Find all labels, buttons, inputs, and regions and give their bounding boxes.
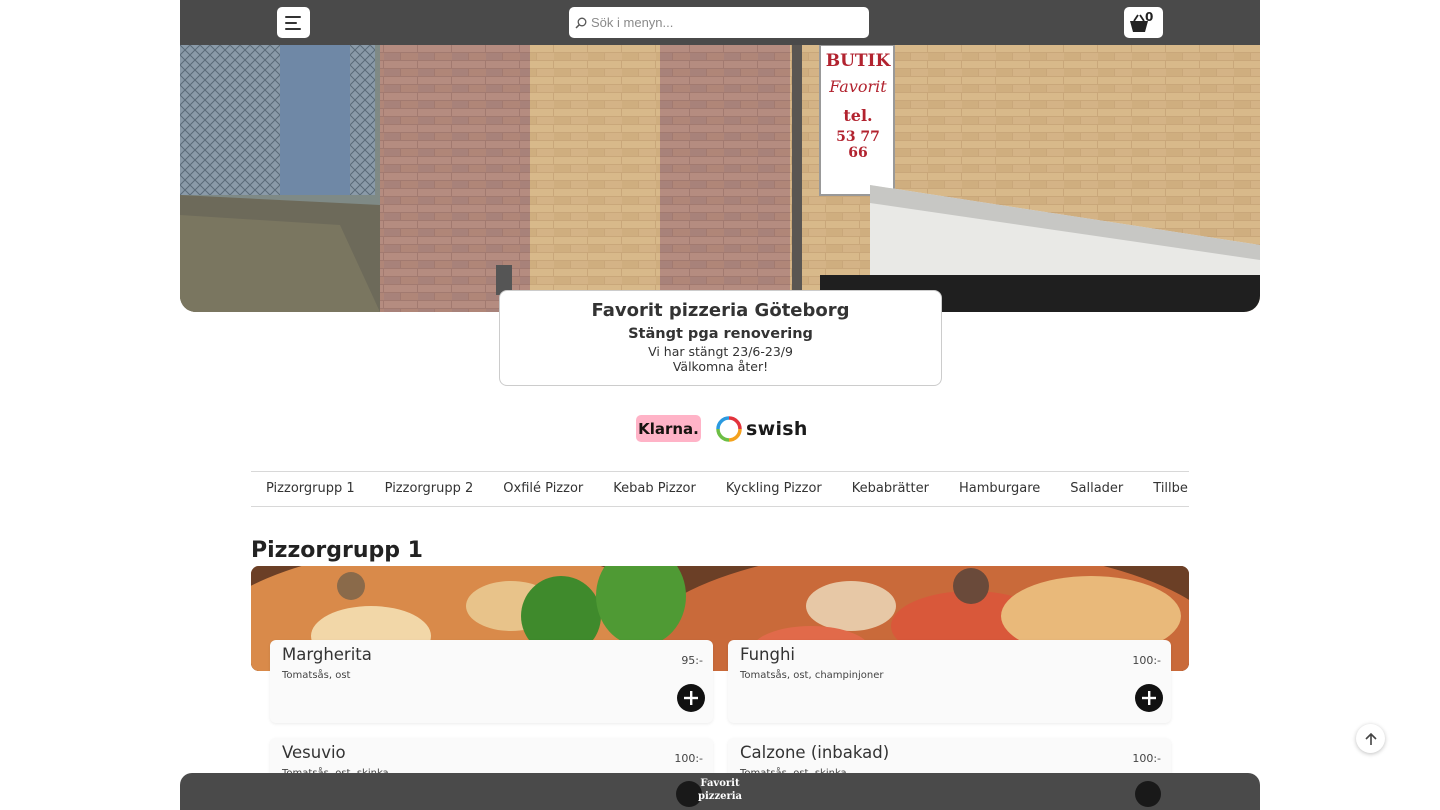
plus-icon <box>684 691 698 705</box>
plus-icon <box>1142 691 1156 705</box>
swish-text: swish <box>746 418 808 440</box>
product-price: 100:- <box>1132 752 1161 765</box>
page: 0 <box>0 0 1440 810</box>
category-tab[interactable]: Kyckling Pizzor <box>711 472 837 506</box>
category-tab[interactable]: Hamburgare <box>944 472 1055 506</box>
menu-button[interactable] <box>277 7 310 38</box>
back-to-top-button[interactable] <box>1356 724 1385 753</box>
sign-tel-label: tel. <box>843 106 873 125</box>
closed-notice: Stängt pga renovering <box>628 326 813 342</box>
cart-count: 0 <box>1145 10 1154 24</box>
storefront-illustration <box>180 45 1260 312</box>
category-tab[interactable]: Oxfilé Pizzor <box>488 472 598 506</box>
search-input[interactable] <box>591 15 861 30</box>
sign-tel-number: 53 77 66 <box>836 129 880 161</box>
product-card-margherita[interactable]: Margherita Tomatsås, ost 95:- <box>270 640 713 723</box>
arrow-up-icon <box>1364 732 1377 745</box>
category-tab[interactable]: Kebab Pizzor <box>598 472 711 506</box>
welcome-back-text: Välkomna åter! <box>672 359 769 374</box>
category-tab[interactable]: Pizzorgrupp 2 <box>370 472 489 506</box>
product-name: Vesuvio <box>282 743 346 762</box>
restaurant-info-card: Favorit pizzeria Göteborg Stängt pga ren… <box>499 290 942 386</box>
footer-logo-line1: Favorit <box>700 778 740 789</box>
top-bar: 0 <box>180 0 1260 45</box>
sign-brand: Favorit <box>829 77 887 96</box>
klarna-logo: Klarna. <box>636 415 701 442</box>
product-card-funghi[interactable]: Funghi Tomatsås, ost, champinjoner 100:- <box>728 640 1171 723</box>
product-description: Tomatsås, ost <box>282 670 351 681</box>
category-tab[interactable]: Tillbehör <box>1138 472 1189 506</box>
hero-image: BUTIK Favorit tel. 53 77 66 <box>180 45 1260 312</box>
add-to-cart-button[interactable] <box>1135 684 1163 712</box>
swish-logo: swish <box>716 414 808 444</box>
product-price: 100:- <box>1132 654 1161 667</box>
category-tab[interactable]: Sallader <box>1055 472 1138 506</box>
product-description: Tomatsås, ost, champinjoner <box>740 670 884 681</box>
product-name: Calzone (inbakad) <box>740 743 890 762</box>
footer-logo: Favorit pizzeria <box>180 777 1260 803</box>
product-price: 100:- <box>674 752 703 765</box>
closed-dates: Vi har stängt 23/6-23/9 <box>648 344 793 359</box>
search-box <box>569 7 869 38</box>
footer-logo-line2: pizzeria <box>697 791 743 802</box>
swish-icon <box>716 416 742 442</box>
category-tab[interactable]: Pizzorgrupp 1 <box>251 472 370 506</box>
category-nav: Pizzorgrupp 1 Pizzorgrupp 2 Oxfilé Pizzo… <box>251 471 1189 507</box>
cart-button[interactable]: 0 <box>1124 7 1163 38</box>
restaurant-name: Favorit pizzeria Göteborg <box>591 300 850 321</box>
category-tab[interactable]: Kebabrätter <box>837 472 944 506</box>
product-price: 95:- <box>681 654 703 667</box>
hamburger-icon <box>284 15 301 30</box>
sign-top: BUTIK <box>825 51 891 71</box>
search-icon <box>575 17 587 29</box>
shop-sign: BUTIK Favorit tel. 53 77 66 <box>825 51 891 161</box>
add-to-cart-button[interactable] <box>677 684 705 712</box>
section-title: Pizzorgrupp 1 <box>251 538 423 563</box>
product-name: Margherita <box>282 645 372 664</box>
product-name: Funghi <box>740 645 796 664</box>
bottom-bar: Favorit pizzeria <box>180 773 1260 810</box>
